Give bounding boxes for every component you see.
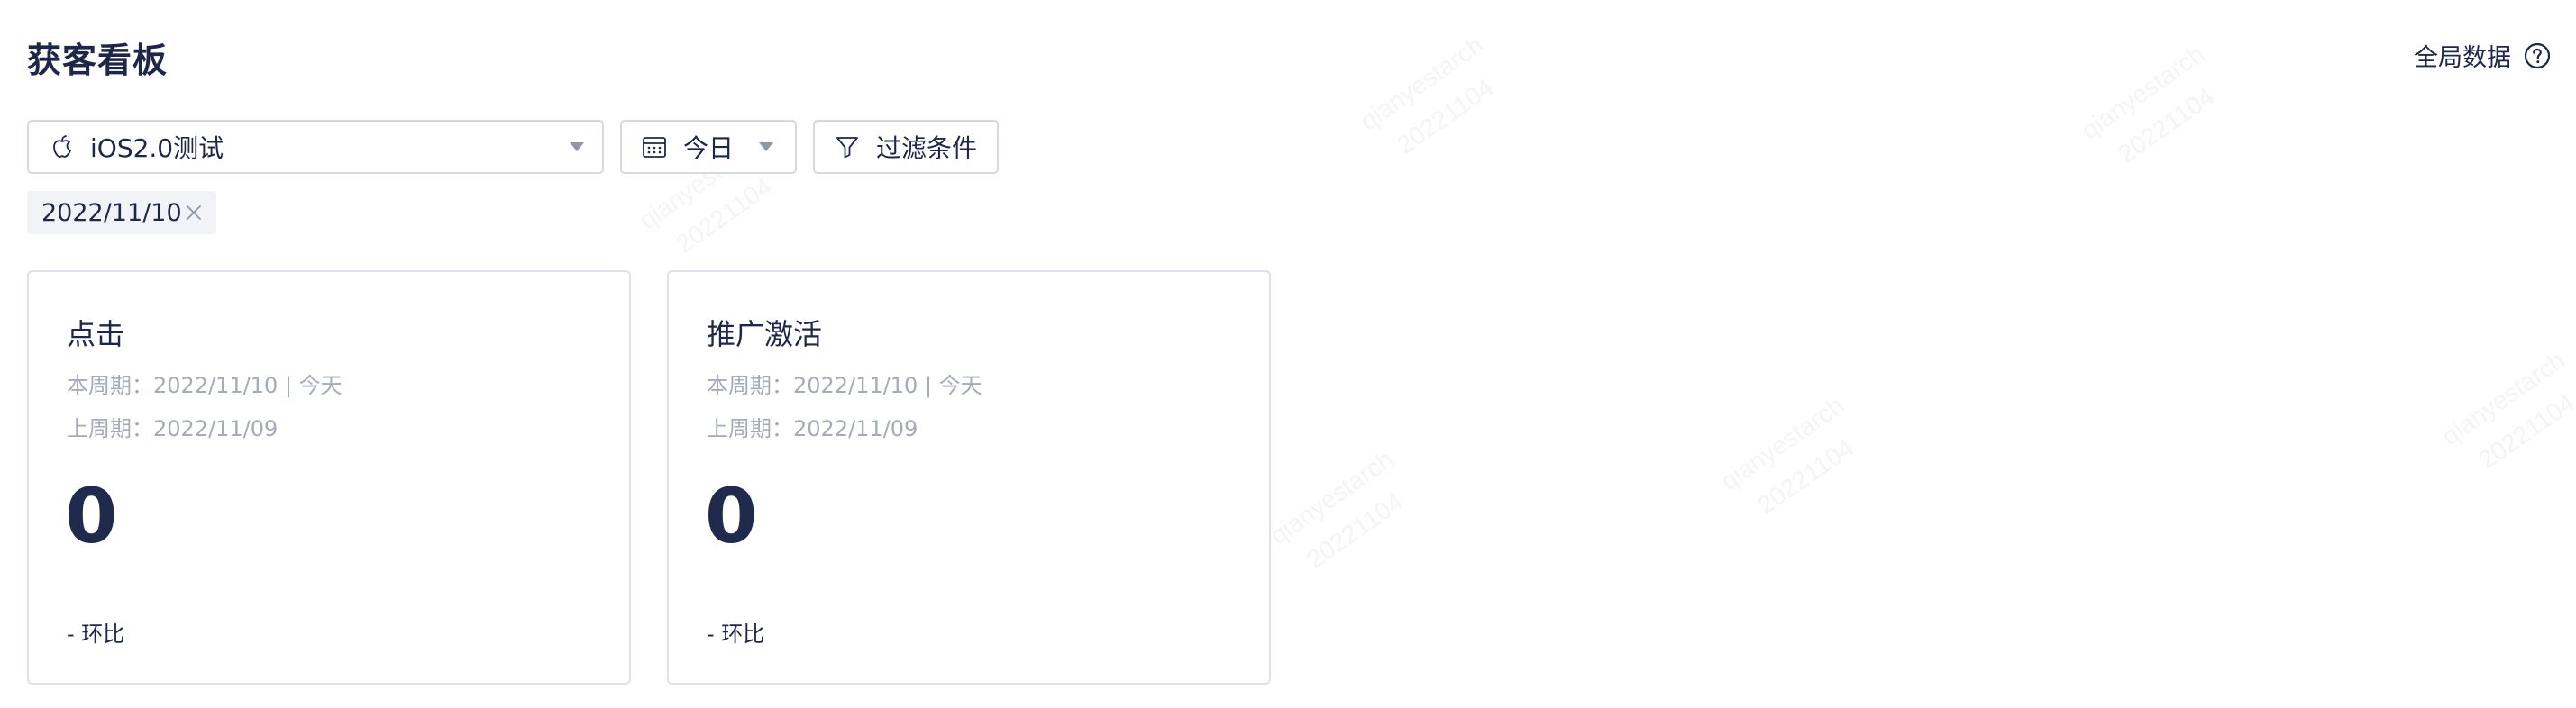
- watermark: qianyestarch20221104: [1715, 390, 1859, 520]
- app-select-value: iOS2.0测试: [90, 133, 224, 163]
- previous-period: 上周期：2022/11/09: [707, 416, 918, 441]
- active-filter-tag: 2022/11/10: [27, 191, 216, 234]
- date-range-value: 今日: [683, 133, 735, 163]
- watermark: qianyestarch20221104: [1265, 444, 1409, 574]
- acquisition-dashboard: qianyestarch 20221104 qianyestarch 2022110…: [0, 0, 2576, 708]
- previous-period: 上周期：2022/11/09: [67, 416, 279, 441]
- period-comparison: - 环比: [707, 622, 765, 647]
- global-data-link[interactable]: 全局数据: [2414, 38, 2551, 73]
- filter-conditions-label: 过滤条件: [876, 133, 978, 163]
- watermark: qianyestarch20221104: [2076, 39, 2220, 168]
- current-period: 本周期：2022/11/10 | 今天: [707, 373, 982, 398]
- current-period: 本周期：2022/11/10 | 今天: [67, 373, 343, 398]
- app-select[interactable]: iOS2.0测试: [27, 120, 604, 174]
- date-range-select[interactable]: 今日: [620, 120, 797, 174]
- card-title: 点击: [67, 317, 125, 351]
- chevron-down-icon: [759, 142, 773, 151]
- apple-icon: [53, 135, 71, 158]
- watermark: qianyestarch20221104: [1355, 30, 1499, 159]
- metric-value: 0: [705, 472, 758, 560]
- close-icon[interactable]: [184, 203, 204, 222]
- period-comparison: - 环比: [67, 622, 125, 647]
- metric-card-promo-activation[interactable]: 推广激活 本周期：2022/11/10 | 今天 上周期：2022/11/09 …: [667, 270, 1271, 685]
- global-data-label: 全局数据: [2414, 44, 2511, 72]
- metric-card-clicks[interactable]: 点击 本周期：2022/11/10 | 今天 上周期：2022/11/09 0 …: [27, 270, 631, 685]
- tag-label: 2022/11/10: [41, 198, 182, 227]
- card-title: 推广激活: [707, 317, 823, 351]
- filter-conditions-button[interactable]: 过滤条件: [813, 120, 999, 174]
- calendar-icon: [643, 137, 666, 158]
- page-title: 获客看板: [27, 41, 169, 80]
- filter-bar: iOS2.0测试 今日 过滤条件: [27, 120, 999, 174]
- chevron-down-icon: [570, 142, 584, 151]
- filter-icon: [836, 137, 858, 159]
- help-icon[interactable]: [2524, 42, 2551, 69]
- watermark: qianyestarch20221104: [2436, 345, 2576, 475]
- metric-value: 0: [65, 472, 118, 560]
